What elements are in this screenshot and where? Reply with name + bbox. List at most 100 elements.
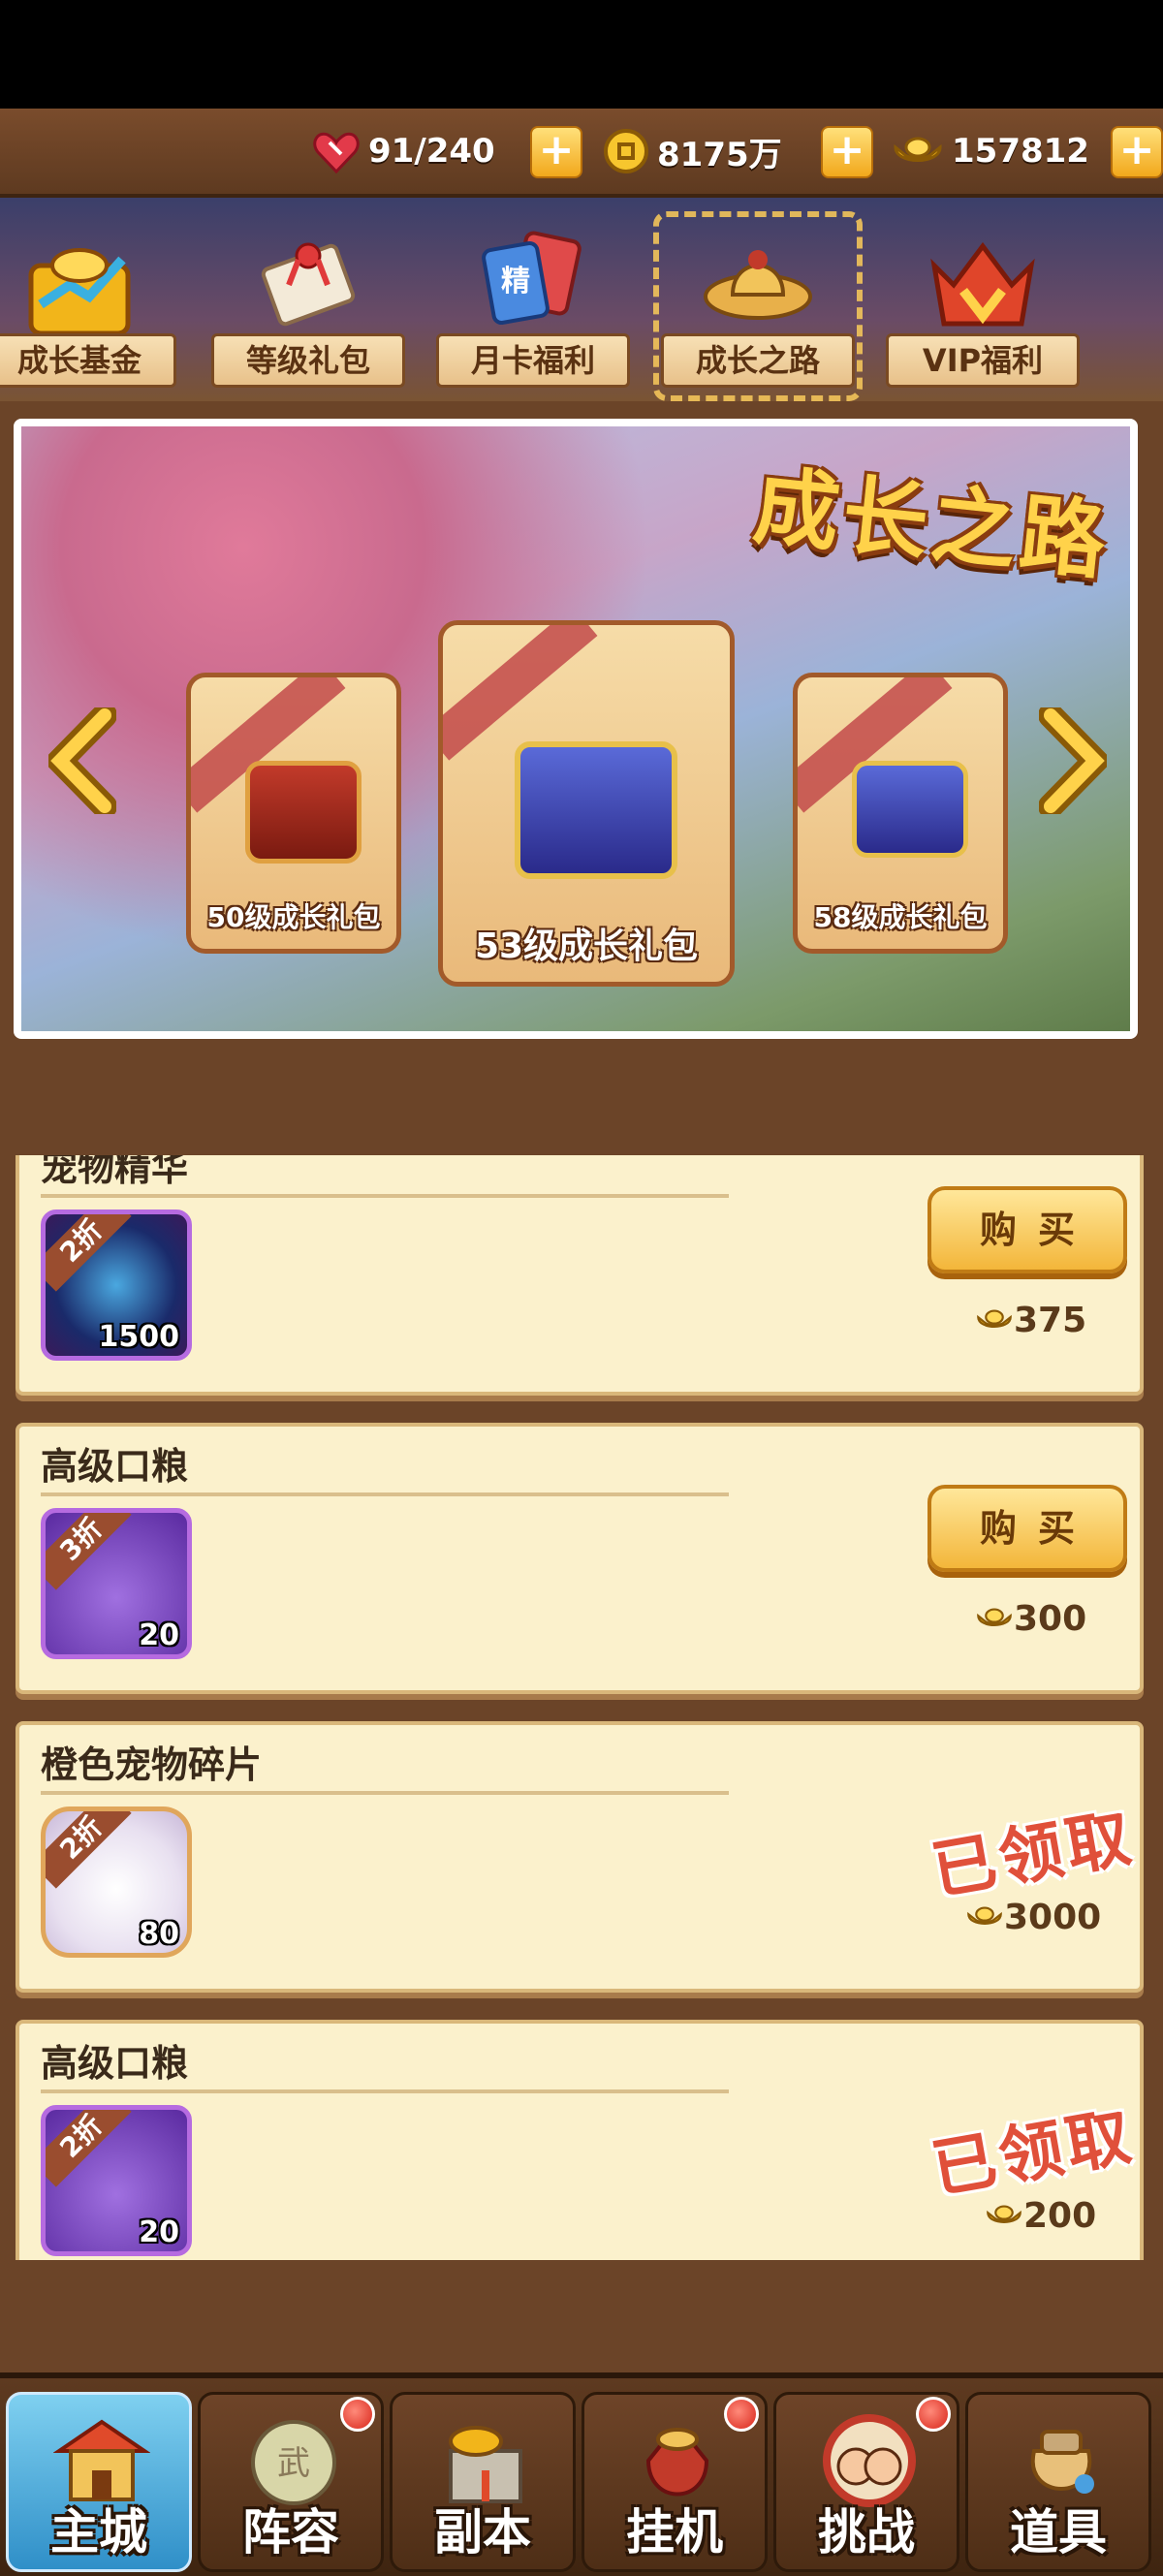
stamina-value: 91/240 — [368, 132, 495, 171]
package-card-50[interactable]: 50级成长礼包 — [186, 673, 401, 954]
package-card-58[interactable]: 58级成长礼包 — [793, 673, 1008, 954]
bottom-navigation: 主城 武 阵容 副本 挂机 挑战 道具 — [0, 2372, 1163, 2576]
scroll-icon — [261, 242, 356, 327]
list-item: 高级口粮 2折 20 已领取 200 — [16, 2020, 1144, 2260]
vip-crown-icon — [930, 241, 1035, 327]
package-label: 53级成长礼包 — [474, 927, 699, 966]
straw-hat-icon — [704, 250, 812, 320]
tab-month-card[interactable]: 精 月卡福利 — [436, 198, 630, 401]
tab-level-gift[interactable]: 等级礼包 — [211, 198, 405, 401]
notification-dot — [340, 2397, 375, 2432]
divider — [41, 1492, 729, 1496]
item-quantity: 1500 — [98, 1320, 180, 1354]
nav-label: 主城 — [50, 2504, 147, 2560]
white-cat-pet-icon: 2折 80 — [41, 1806, 192, 1958]
item-title: 宠物精华 — [41, 1155, 189, 1189]
nav-idle[interactable]: 挂机 — [582, 2392, 768, 2572]
nav-challenge[interactable]: 挑战 — [773, 2392, 959, 2572]
gold-ingot-icon — [967, 1906, 1002, 1925]
item-title: 高级口粮 — [41, 2042, 189, 2085]
gold-ingot-icon — [894, 137, 942, 162]
divider — [41, 1791, 729, 1795]
growth-fund-icon — [28, 248, 131, 336]
food-bag-icon: 3折 20 — [41, 1508, 192, 1659]
package-label: 50级成长礼包 — [206, 901, 381, 933]
notification-dot — [724, 2397, 759, 2432]
discount-badge: 2折 — [46, 1214, 132, 1292]
ingots-display: 157812 — [892, 124, 1089, 178]
price-value: 200 — [1023, 2195, 1097, 2236]
tab-growth-fund[interactable]: 成长基金 — [0, 198, 176, 401]
nav-label: 阵容 — [242, 2504, 339, 2560]
item-quantity: 20 — [139, 1618, 179, 1652]
gold-ingot-icon — [977, 1608, 1012, 1626]
discount-badge: 2折 — [46, 2110, 132, 2187]
heart-stamina-icon — [313, 132, 360, 173]
red-chest-icon — [245, 761, 361, 864]
gold-ingot-icon — [977, 1309, 1012, 1328]
claimed-stamp: 已领取 — [926, 1800, 1141, 1909]
blue-chest-icon — [515, 741, 677, 879]
month-card-badge: 精 — [501, 265, 530, 298]
notification-dot — [916, 2397, 951, 2432]
package-label: 58级成长礼包 — [813, 901, 988, 933]
currency-bar: 91/240 + 8175万 + 157812 + — [0, 109, 1163, 198]
nav-label: 挂机 — [626, 2504, 723, 2560]
item-title: 高级口粮 — [41, 1445, 189, 1488]
price: 3000 — [965, 1896, 1101, 1938]
buy-button[interactable]: 购买 — [927, 1186, 1127, 1273]
item-title: 橙色宠物碎片 — [41, 1744, 263, 1786]
system-status-bar — [0, 0, 1163, 109]
food-bag-icon: 2折 20 — [41, 2105, 192, 2256]
price: 375 — [975, 1299, 1086, 1341]
stamina-display: 91/240 — [312, 124, 495, 178]
tab-vip-welfare[interactable]: VIP福利 — [886, 198, 1080, 401]
add-stamina-button[interactable]: + — [530, 126, 582, 178]
list-item: 高级口粮 3折 20 购买 300 — [16, 1423, 1144, 1694]
coin-icon — [604, 129, 648, 173]
tab-growth-road[interactable]: 成长之路 — [653, 198, 863, 401]
item-list[interactable]: 宠物精华 2折 1500 购买 375 高级口粮 3折 20 购买 300 橙色… — [0, 1155, 1163, 2260]
ingots-value: 157812 — [952, 132, 1089, 171]
banner-title: 成长之路 — [748, 456, 1115, 592]
price-value: 375 — [1014, 1300, 1087, 1340]
next-arrow-icon[interactable] — [1039, 707, 1107, 814]
price: 300 — [975, 1597, 1086, 1640]
nav-label: 副本 — [434, 2504, 531, 2560]
nav-main-city[interactable]: 主城 — [6, 2392, 192, 2572]
discount-badge: 2折 — [46, 1811, 132, 1889]
claimed-stamp: 已领取 — [926, 2098, 1141, 2208]
item-quantity: 80 — [139, 1917, 179, 1951]
price-value: 3000 — [1004, 1897, 1102, 1937]
add-ingots-button[interactable]: + — [1111, 126, 1163, 178]
previous-arrow-icon[interactable] — [48, 707, 116, 814]
tab-label: VIP福利 — [886, 333, 1080, 388]
divider — [41, 1194, 729, 1198]
item-quantity: 20 — [139, 2215, 179, 2249]
tab-label: 成长基金 — [0, 333, 176, 388]
month-card-icon: 精 — [482, 231, 582, 326]
price: 200 — [985, 2194, 1096, 2237]
growth-road-banner: 成长之路 50级成长礼包 53级成长礼包 58级成长礼包 — [14, 419, 1138, 1039]
nav-lineup[interactable]: 武 阵容 — [198, 2392, 384, 2572]
svg-text:武: 武 — [277, 2444, 310, 2483]
pet-essence-icon: 2折 1500 — [41, 1209, 192, 1361]
add-coins-button[interactable]: + — [821, 126, 873, 178]
price-value: 300 — [1014, 1598, 1087, 1639]
nav-label: 挑战 — [818, 2504, 915, 2560]
buy-button[interactable]: 购买 — [927, 1485, 1127, 1572]
discount-badge: 3折 — [46, 1513, 132, 1590]
nav-dungeon[interactable]: 副本 — [390, 2392, 576, 2572]
list-item: 橙色宠物碎片 2折 80 已领取 3000 — [16, 1721, 1144, 1993]
tab-label: 成长之路 — [661, 333, 855, 388]
package-card-53[interactable]: 53级成长礼包 — [438, 620, 735, 987]
tab-label: 月卡福利 — [436, 333, 630, 388]
tab-label: 等级礼包 — [211, 333, 405, 388]
gold-ingot-icon — [987, 2205, 1022, 2223]
nav-items[interactable]: 道具 — [965, 2392, 1151, 2572]
nav-label: 道具 — [1010, 2504, 1107, 2560]
coins-value: 8175万 — [657, 135, 782, 174]
coins-display: 8175万 — [603, 124, 782, 178]
divider — [41, 2089, 729, 2093]
list-item: 宠物精华 2折 1500 购买 375 — [16, 1155, 1144, 1396]
